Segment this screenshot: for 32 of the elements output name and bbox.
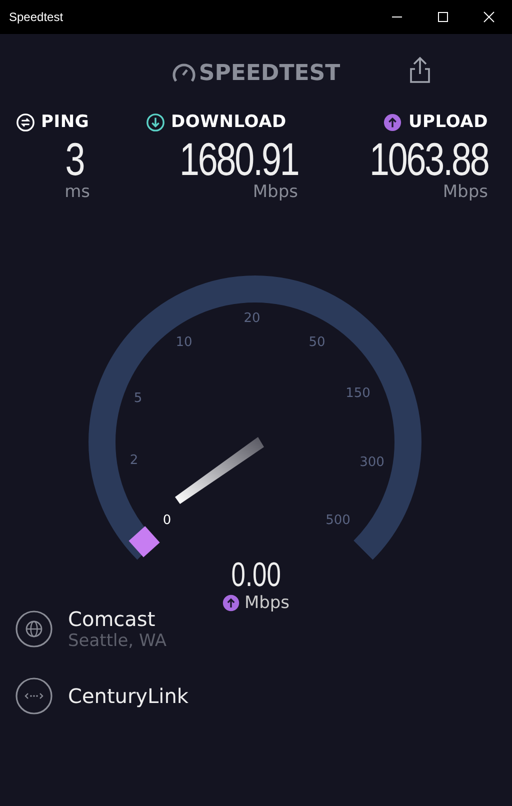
gauge-tick-label: 500 bbox=[326, 513, 350, 528]
maximize-icon bbox=[437, 11, 449, 23]
gauge-unit: Mbps bbox=[244, 593, 290, 613]
provider-name: CenturyLink bbox=[68, 684, 188, 708]
gauge-reading: 0.00 bbox=[231, 557, 281, 593]
gauge-tick-label: 300 bbox=[360, 455, 384, 470]
gauge-tick-label: 150 bbox=[346, 386, 370, 401]
gauge-tick-label: 5 bbox=[134, 391, 142, 406]
metric-unit: Mbps bbox=[442, 182, 488, 202]
server-location: Seattle, WA bbox=[68, 631, 166, 651]
metric-unit: Mbps bbox=[252, 182, 298, 202]
upload-icon bbox=[383, 112, 402, 132]
download-icon bbox=[146, 112, 165, 132]
gauge-tick-label: 10 bbox=[176, 335, 192, 350]
metric-label: UPLOAD bbox=[408, 112, 488, 132]
gauge-tick-label: 50 bbox=[308, 335, 326, 350]
share-button[interactable] bbox=[408, 56, 432, 86]
window-title: Speedtest bbox=[8, 10, 64, 24]
metric-value: 1063.88 bbox=[369, 132, 488, 185]
server-icon bbox=[15, 677, 53, 715]
speedtest-logo: SPEEDTEST bbox=[172, 60, 340, 86]
metric-label: DOWNLOAD bbox=[171, 112, 286, 132]
globe-icon bbox=[15, 610, 53, 648]
gauge-tick-label: 2 bbox=[130, 453, 138, 468]
metric-value: 1680.91 bbox=[179, 132, 298, 185]
provider-name: Comcast bbox=[68, 607, 156, 631]
upload-icon bbox=[222, 594, 240, 612]
metric-label: PING bbox=[41, 112, 90, 132]
gauge-tick-label: 20 bbox=[244, 311, 260, 326]
ping-icon bbox=[16, 112, 35, 132]
gauge-tick-label: 0 bbox=[162, 513, 172, 528]
close-icon bbox=[483, 11, 495, 23]
